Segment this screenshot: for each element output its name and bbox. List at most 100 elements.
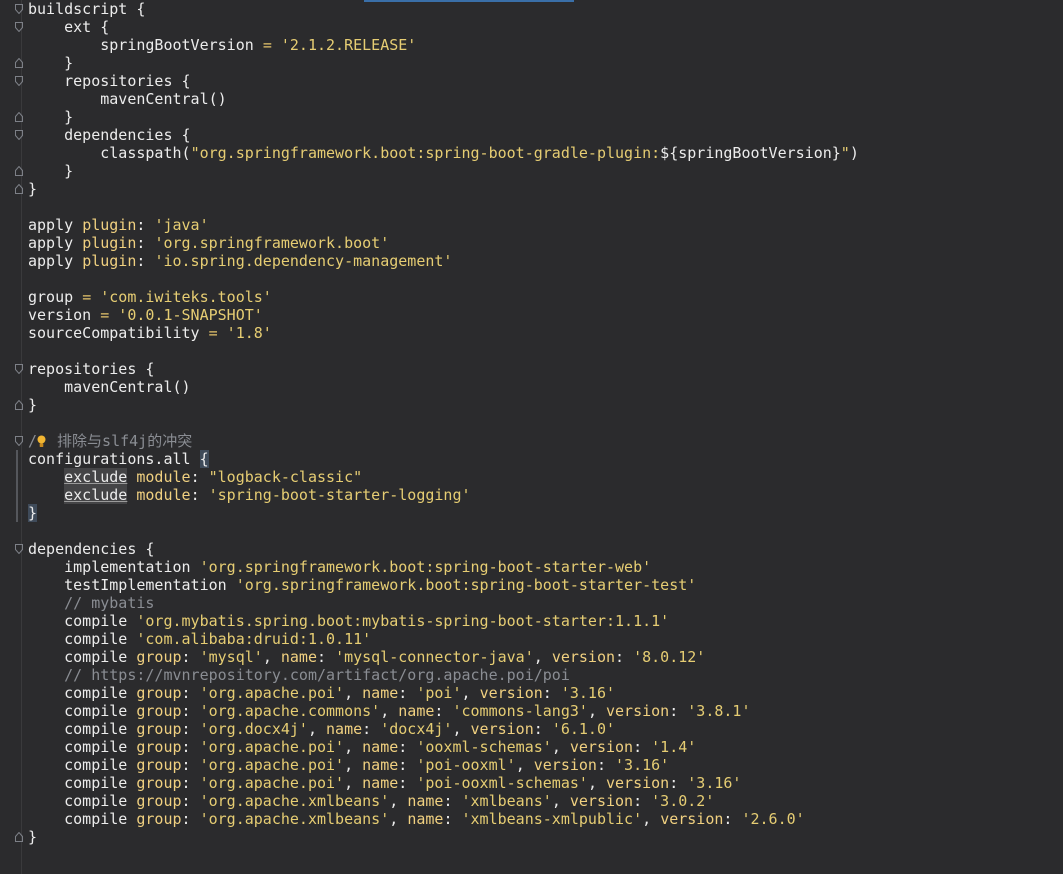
code-line[interactable]: // https://mvnrepository.com/artifact/or… [28, 666, 1058, 684]
code-token: : [181, 702, 200, 720]
code-line[interactable]: buildscript { [15, 0, 1058, 18]
fold-open-icon[interactable] [15, 364, 23, 374]
code-token: : [136, 216, 155, 234]
code-token: 'org.springframework.boot' [154, 234, 390, 252]
code-line[interactable] [28, 342, 1058, 360]
fold-close-icon[interactable] [15, 184, 23, 194]
code-line[interactable]: } [15, 180, 1058, 198]
lightbulb-icon[interactable] [37, 434, 46, 447]
code-token: apply [28, 234, 83, 252]
fold-open-icon[interactable] [15, 544, 23, 554]
fold-close-icon[interactable] [15, 58, 23, 68]
code-line[interactable]: compile group: 'org.apache.poi', name: '… [28, 684, 1058, 702]
code-token: , [380, 702, 399, 720]
code-line[interactable]: group = 'com.iwiteks.tools' [28, 288, 1058, 306]
code-token: 'org.apache.poi' [199, 756, 345, 774]
code-token: '1.8' [217, 324, 272, 342]
code-line[interactable]: / 排除与slf4j的冲突 [15, 432, 1058, 450]
code-token: '3.8.1' [687, 702, 751, 720]
code-token: exclude [64, 468, 128, 486]
code-token: : [615, 648, 634, 666]
code-line[interactable]: } [15, 162, 1058, 180]
code-line[interactable]: apply plugin: 'org.springframework.boot' [28, 234, 1058, 252]
code-line[interactable]: compile group: 'org.apache.poi', name: '… [28, 774, 1058, 792]
code-token: = [100, 306, 110, 324]
code-line[interactable]: dependencies { [15, 126, 1058, 144]
code-line[interactable]: compile group: 'org.apache.commons', nam… [28, 702, 1058, 720]
code-line[interactable]: version = '0.0.1-SNAPSHOT' [28, 306, 1058, 324]
code-line[interactable]: exclude module: 'spring-boot-starter-log… [28, 486, 1058, 504]
code-token: mavenCentral() [28, 90, 227, 108]
fold-close-icon[interactable] [15, 112, 23, 122]
code-line[interactable]: sourceCompatibility = '1.8' [28, 324, 1058, 342]
fold-close-icon[interactable] [15, 832, 23, 842]
code-token: : [190, 486, 209, 504]
code-line[interactable]: ext { [15, 18, 1058, 36]
code-line[interactable]: compile group: 'org.apache.poi', name: '… [28, 738, 1058, 756]
code-token: name [362, 756, 399, 774]
code-line[interactable] [28, 198, 1058, 216]
code-line[interactable]: implementation 'org.springframework.boot… [28, 558, 1058, 576]
code-editor[interactable]: buildscript { ext { springBootVersion = … [0, 0, 1063, 874]
code-token: : [181, 648, 200, 666]
code-line[interactable]: exclude module: "logback-classic" [28, 468, 1058, 486]
fold-close-icon[interactable] [15, 400, 23, 410]
code-line[interactable]: testImplementation 'org.springframework.… [28, 576, 1058, 594]
code-line[interactable]: repositories { [15, 360, 1058, 378]
code-line[interactable]: mavenCentral() [28, 378, 1058, 396]
code-line[interactable]: compile 'org.mybatis.spring.boot:mybatis… [28, 612, 1058, 630]
code-line[interactable] [28, 270, 1058, 288]
fold-open-icon[interactable] [15, 4, 23, 14]
code-line[interactable]: dependencies { [15, 540, 1058, 558]
code-token: version [569, 792, 634, 810]
code-token: : [181, 810, 200, 828]
code-line[interactable]: // mybatis [28, 594, 1058, 612]
code-line[interactable]: } [15, 828, 1058, 846]
code-token: 'mysql-connector-java' [335, 648, 534, 666]
code-token: dependencies { [28, 126, 191, 144]
code-token: // mybatis [28, 594, 155, 612]
code-line[interactable]: repositories { [15, 72, 1058, 90]
code-token: "org.springframework.boot:spring-boot-gr… [190, 144, 661, 162]
code-line[interactable]: compile group: 'org.apache.xmlbeans', na… [28, 792, 1058, 810]
code-area[interactable]: buildscript { ext { springBootVersion = … [15, 0, 1058, 846]
code-line[interactable]: } [15, 54, 1058, 72]
code-line[interactable]: springBootVersion = '2.1.2.RELEASE' [28, 36, 1058, 54]
code-token: : [596, 756, 616, 774]
code-line[interactable]: compile group: 'org.apache.xmlbeans', na… [28, 810, 1058, 828]
code-token: compile [28, 702, 137, 720]
code-token: : [190, 468, 209, 486]
code-token: version [569, 738, 634, 756]
code-token: : [533, 720, 552, 738]
fold-open-icon[interactable] [15, 130, 23, 140]
code-token: '6.1.0' [551, 720, 616, 738]
fold-open-icon[interactable] [15, 22, 23, 32]
code-token: } [28, 162, 74, 180]
code-token: 'poi-ooxml-schemas' [416, 774, 588, 792]
code-line[interactable]: compile group: 'org.docx4j', name: 'docx… [28, 720, 1058, 738]
code-line[interactable]: compile group: 'mysql', name: 'mysql-con… [28, 648, 1058, 666]
code-token: name [407, 792, 444, 810]
code-line[interactable]: compile 'com.alibaba:druid:1.0.11' [28, 630, 1058, 648]
code-token: , [515, 756, 534, 774]
code-token: } [28, 504, 38, 522]
code-line[interactable]: compile group: 'org.apache.poi', name: '… [28, 756, 1058, 774]
fold-close-icon[interactable] [15, 166, 23, 176]
code-line[interactable]: } [15, 396, 1058, 414]
code-line[interactable]: classpath("org.springframework.boot:spri… [28, 144, 1058, 162]
fold-open-icon[interactable] [15, 436, 23, 446]
fold-open-icon[interactable] [15, 76, 23, 86]
code-token: sourceCompatibility [28, 324, 209, 342]
code-line[interactable] [28, 414, 1058, 432]
code-line[interactable]: apply plugin: 'io.spring.dependency-mana… [28, 252, 1058, 270]
code-token: = [208, 324, 218, 342]
code-line[interactable]: } [28, 504, 1058, 522]
code-token: '2.1.2.RELEASE' [271, 36, 417, 54]
code-token: : [181, 684, 200, 702]
code-line[interactable]: } [15, 108, 1058, 126]
code-line[interactable]: apply plugin: 'java' [28, 216, 1058, 234]
code-line[interactable] [28, 522, 1058, 540]
code-line[interactable]: mavenCentral() [28, 90, 1058, 108]
code-token: = [82, 288, 92, 306]
code-line[interactable]: configurations.all { [28, 450, 1058, 468]
